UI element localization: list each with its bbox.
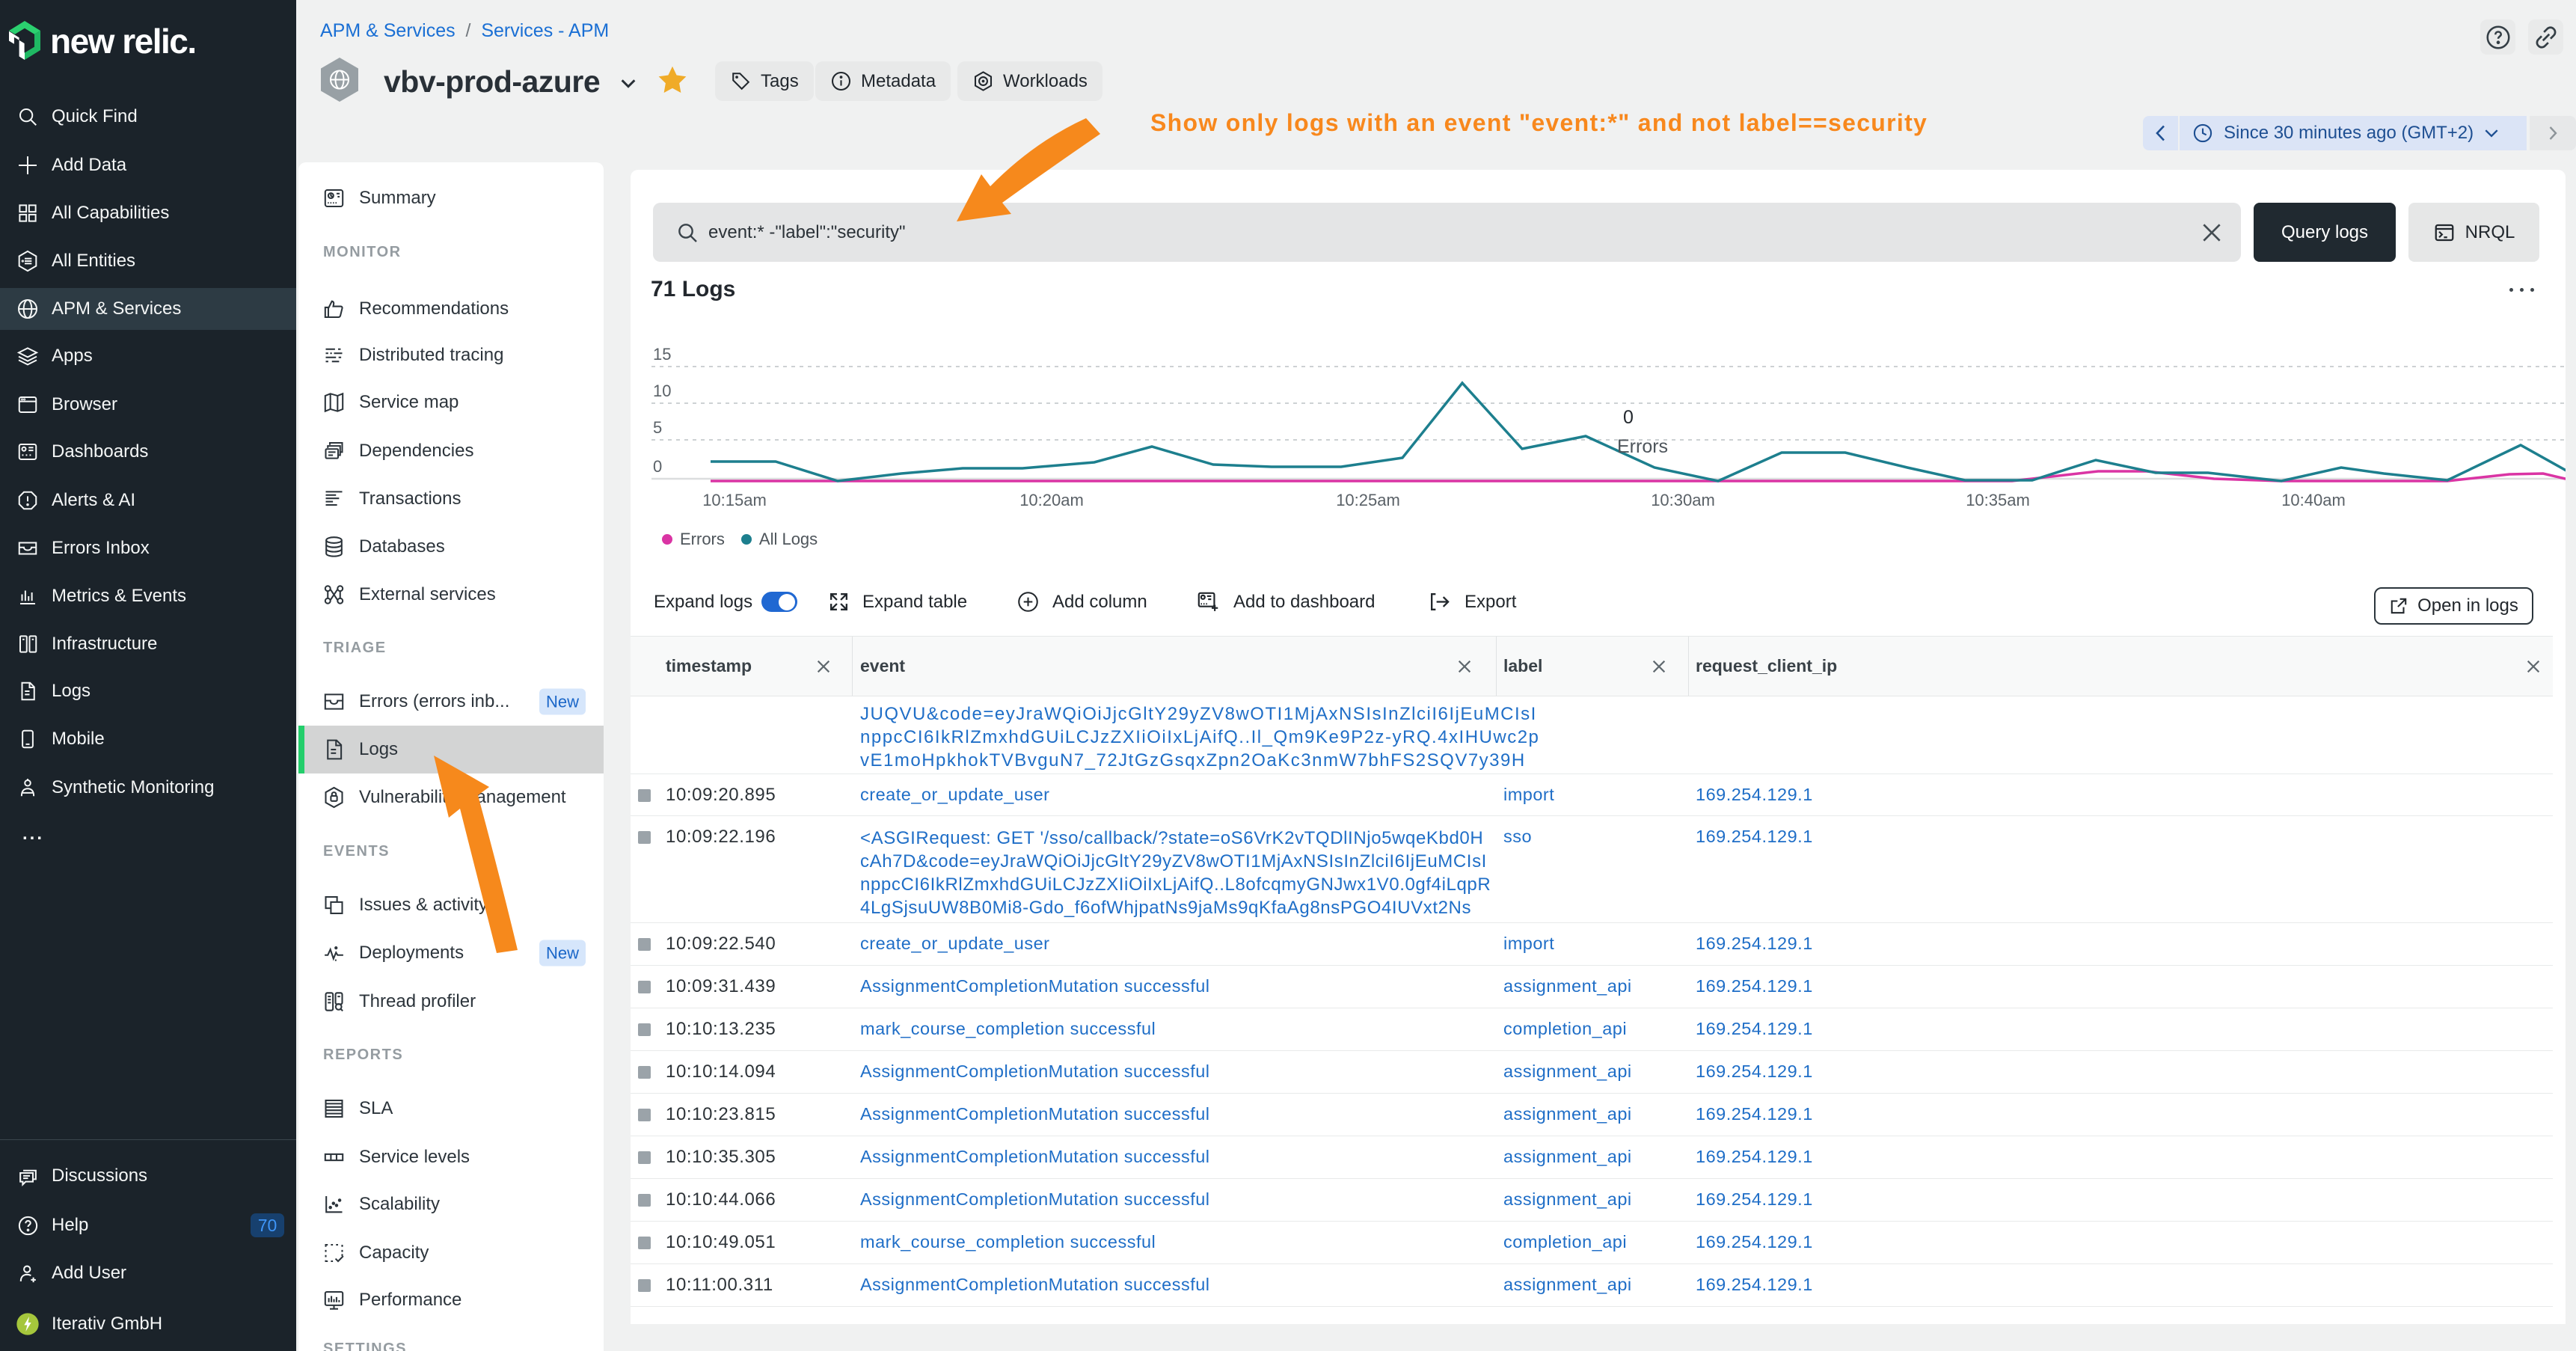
svg-text:10:15am: 10:15am: [702, 491, 767, 509]
svg-text:new relic.: new relic.: [50, 22, 196, 60]
svg-text:15: 15: [653, 345, 671, 364]
svg-text:10:40am: 10:40am: [2281, 491, 2346, 509]
svg-text:0: 0: [1623, 407, 1634, 428]
svg-text:10:25am: 10:25am: [1336, 491, 1400, 509]
svg-text:10:20am: 10:20am: [1019, 491, 1084, 509]
svg-text:10:35am: 10:35am: [1966, 491, 2030, 509]
svg-text:5: 5: [653, 418, 662, 437]
svg-text:10: 10: [653, 382, 671, 400]
svg-text:Errors: Errors: [1617, 436, 1668, 457]
svg-text:0: 0: [653, 457, 662, 476]
svg-text:10:30am: 10:30am: [1651, 491, 1715, 509]
